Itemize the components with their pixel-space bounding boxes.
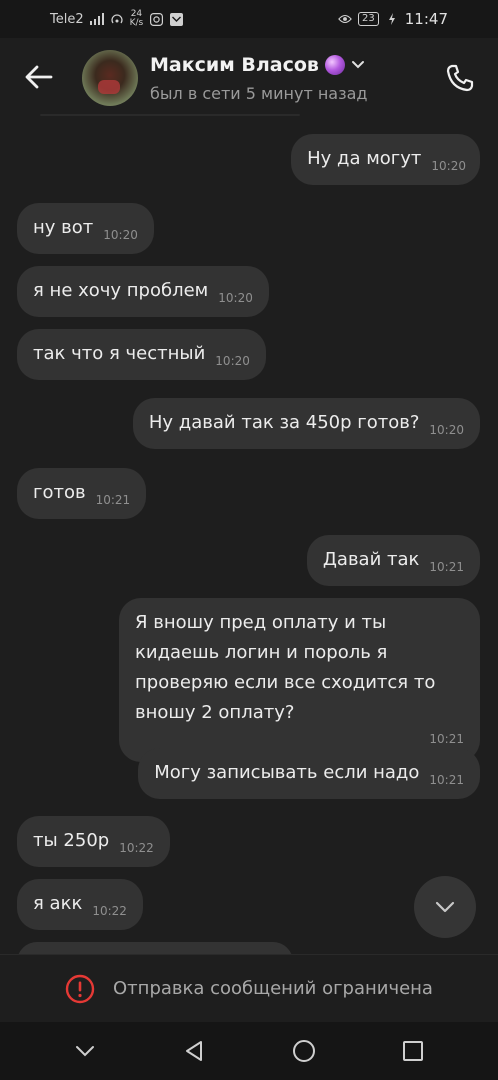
contact-name-row[interactable]: Максим Власов [150, 54, 365, 76]
status-right: 23 11:47 [338, 10, 448, 28]
message-bubble-incoming[interactable]: я акк 10:22 [17, 879, 143, 930]
hotspot-icon [110, 12, 124, 26]
phone-icon [446, 64, 474, 92]
contact-last-seen: был в сети 5 минут назад [150, 84, 368, 103]
message-bubble-outgoing[interactable]: Давай так 10:21 [306, 535, 480, 586]
call-button[interactable] [440, 58, 480, 98]
triangle-back-icon [186, 1041, 203, 1061]
charging-icon [385, 12, 399, 26]
message-time: 10:20 [218, 291, 253, 305]
message-time: 10:22 [92, 904, 127, 918]
nav-home-button[interactable] [282, 1029, 326, 1073]
status-left: Tele2 24 K/s [50, 10, 183, 28]
messaging-restricted-bar: Отправка сообщений ограничена [0, 954, 498, 1022]
network-speed: 24 K/s [130, 10, 144, 28]
message-bubble-incoming-partial[interactable] [17, 942, 293, 954]
signal-icon [89, 12, 104, 26]
chevron-down-icon [435, 901, 455, 913]
nav-recents-button[interactable] [391, 1029, 435, 1073]
chat-header: Максим Власов был в сети 5 минут назад [0, 38, 498, 118]
message-bubble-incoming[interactable]: ну вот 10:20 [17, 203, 154, 254]
instagram-icon [149, 12, 163, 26]
message-text: Ну да могут [307, 148, 422, 169]
status-bar: Tele2 24 K/s 23 11:47 [0, 0, 498, 38]
message-bubble-incoming[interactable]: так что я честный 10:20 [17, 329, 266, 380]
message-text: Давай так [322, 549, 420, 570]
contact-name: Максим Власов [150, 54, 319, 76]
message-text: я не хочу проблем [33, 280, 209, 301]
message-list[interactable]: Ну да могут 10:20 ну вот 10:20 я не хочу п… [0, 118, 498, 954]
restricted-notice-text: Отправка сообщений ограничена [113, 978, 433, 999]
message-text: так что я честный [33, 343, 206, 364]
clock: 11:47 [404, 10, 448, 28]
message-bubble-incoming[interactable]: готов 10:21 [17, 468, 147, 519]
message-time: 10:21 [429, 560, 464, 574]
arrow-left-icon [25, 65, 53, 89]
message-bubble-outgoing[interactable]: Ну давай так за 450р готов? 10:20 [132, 398, 480, 449]
message-text: ты 250р [33, 830, 110, 851]
crystal-ball-emoji-icon [324, 55, 345, 75]
battery-level: 23 [358, 12, 379, 26]
chevron-down-icon [75, 1046, 94, 1057]
message-time: 10:20 [215, 354, 250, 368]
system-navigation-bar [0, 1022, 498, 1080]
message-time: 10:20 [431, 159, 466, 173]
message-bubble-incoming[interactable]: ты 250р 10:22 [17, 816, 170, 867]
message-time: 10:21 [429, 773, 464, 787]
message-time: 10:20 [103, 228, 138, 242]
nav-back-button[interactable] [172, 1029, 216, 1073]
mail-app-icon [169, 12, 183, 26]
message-text: Я вношу пред оплату и ты кидаешь логин и… [135, 612, 436, 723]
message-bubble-outgoing[interactable]: Я вношу пред оплату и ты кидаешь логин и… [119, 598, 480, 762]
message-text: я акк [33, 893, 83, 914]
message-text: Ну давай так за 450р готов? [148, 412, 420, 433]
back-button[interactable] [20, 58, 58, 96]
message-time: 10:21 [95, 493, 131, 507]
circle-home-icon [292, 1040, 315, 1062]
eye-comfort-icon [338, 12, 352, 26]
scroll-to-bottom-button[interactable] [414, 876, 476, 938]
message-text: ну вот [33, 217, 94, 238]
net-speed-unit: K/s [129, 18, 144, 28]
message-time: 10:22 [119, 841, 154, 855]
message-text: Могу записывать если надо [154, 762, 420, 783]
message-text: готов [33, 482, 86, 503]
hide-keyboard-button[interactable] [63, 1029, 107, 1073]
avatar[interactable] [82, 50, 138, 106]
message-bubble-outgoing[interactable]: Ну да могут 10:20 [291, 134, 480, 185]
message-bubble-incoming[interactable]: я не хочу проблем 10:20 [17, 266, 269, 317]
header-divider [40, 114, 300, 116]
message-time: 10:20 [429, 423, 464, 437]
warning-circle-icon [65, 974, 95, 1003]
chevron-down-icon [351, 60, 365, 70]
carrier-label: Tele2 [50, 11, 84, 27]
message-bubble-outgoing[interactable]: Могу записывать если надо 10:21 [138, 748, 480, 799]
square-recents-icon [403, 1041, 424, 1061]
